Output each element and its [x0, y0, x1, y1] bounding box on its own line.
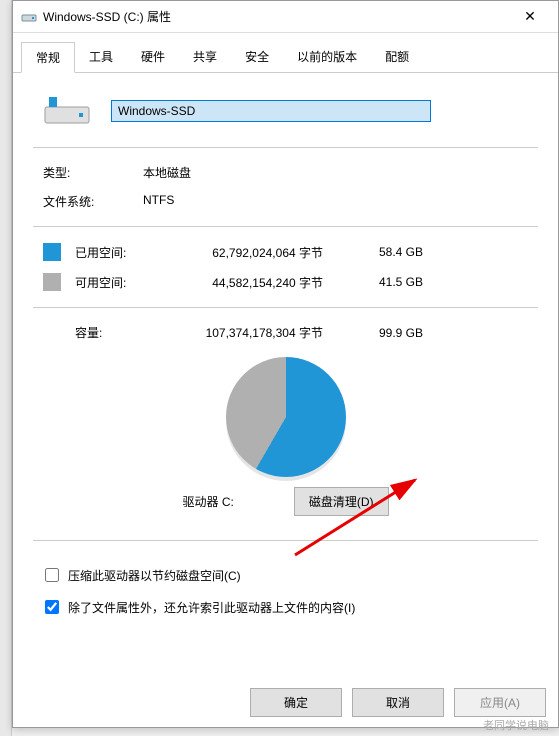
separator	[33, 307, 538, 308]
drive-caption: 驱动器 C:	[182, 493, 233, 510]
usage-pie-chart	[226, 357, 346, 477]
compress-checkbox-row[interactable]: 压缩此驱动器以节约磁盘空间(C)	[41, 559, 538, 591]
used-bytes: 62,792,024,064 字节	[153, 244, 343, 261]
tab-hardware[interactable]: 硬件	[127, 42, 179, 73]
capacity-bytes: 107,374,178,304 字节	[153, 324, 343, 341]
titlebar: Windows-SSD (C:) 属性 ✕	[13, 1, 558, 33]
cancel-button[interactable]: 取消	[352, 688, 444, 717]
used-space-row: 已用空间: 62,792,024,064 字节 58.4 GB	[43, 237, 538, 267]
used-human: 58.4 GB	[343, 245, 423, 259]
tab-bar: 常规 工具 硬件 共享 安全 以前的版本 配额	[13, 37, 558, 73]
filesystem-row: 文件系统: NTFS	[33, 187, 538, 216]
tab-previous[interactable]: 以前的版本	[283, 42, 371, 73]
filesystem-value: NTFS	[143, 193, 174, 210]
tab-sharing[interactable]: 共享	[179, 42, 231, 73]
watermark: 老同学说电脑	[483, 717, 549, 733]
cleanup-row: 驱动器 C: 磁盘清理(D)	[33, 487, 538, 516]
capacity-human: 99.9 GB	[343, 326, 423, 340]
used-label: 已用空间:	[75, 244, 153, 261]
dialog-footer: 确定 取消 应用(A)	[250, 688, 546, 717]
disk-cleanup-button[interactable]: 磁盘清理(D)	[294, 487, 389, 516]
close-button[interactable]: ✕	[510, 1, 550, 33]
drive-icon	[21, 9, 37, 25]
filesystem-label: 文件系统:	[43, 193, 143, 210]
index-label: 除了文件属性外，还允许索引此驱动器上文件的内容(I)	[68, 599, 355, 616]
free-bytes: 44,582,154,240 字节	[153, 274, 343, 291]
separator	[33, 147, 538, 148]
index-checkbox[interactable]	[45, 600, 59, 614]
tab-security[interactable]: 安全	[231, 42, 283, 73]
drive-header	[33, 93, 538, 129]
tab-content: 类型: 本地磁盘 文件系统: NTFS 已用空间: 62,792,024,064…	[13, 73, 558, 637]
tab-general[interactable]: 常规	[21, 42, 75, 73]
compress-label: 压缩此驱动器以节约磁盘空间(C)	[68, 567, 241, 584]
free-space-row: 可用空间: 44,582,154,240 字节 41.5 GB	[43, 267, 538, 297]
ok-button[interactable]: 确定	[250, 688, 342, 717]
drive-name-input[interactable]	[111, 100, 431, 122]
compress-checkbox[interactable]	[45, 568, 59, 582]
used-swatch	[43, 243, 61, 261]
pie-chart-wrap	[33, 357, 538, 477]
free-label: 可用空间:	[75, 274, 153, 291]
properties-window: Windows-SSD (C:) 属性 ✕ 常规 工具 硬件 共享 安全 以前的…	[12, 0, 559, 728]
tab-quota[interactable]: 配额	[371, 42, 423, 73]
separator	[33, 540, 538, 541]
type-label: 类型:	[43, 164, 143, 181]
window-title: Windows-SSD (C:) 属性	[43, 8, 510, 25]
tab-tools[interactable]: 工具	[75, 42, 127, 73]
free-swatch	[43, 273, 61, 291]
type-row: 类型: 本地磁盘	[33, 158, 538, 187]
index-checkbox-row[interactable]: 除了文件属性外，还允许索引此驱动器上文件的内容(I)	[41, 591, 538, 623]
capacity-label: 容量:	[75, 324, 153, 341]
capacity-row: 容量: 107,374,178,304 字节 99.9 GB	[33, 318, 538, 347]
type-value: 本地磁盘	[143, 164, 191, 181]
drive-large-icon	[43, 93, 91, 129]
apply-button[interactable]: 应用(A)	[454, 688, 546, 717]
separator	[33, 226, 538, 227]
free-human: 41.5 GB	[343, 275, 423, 289]
